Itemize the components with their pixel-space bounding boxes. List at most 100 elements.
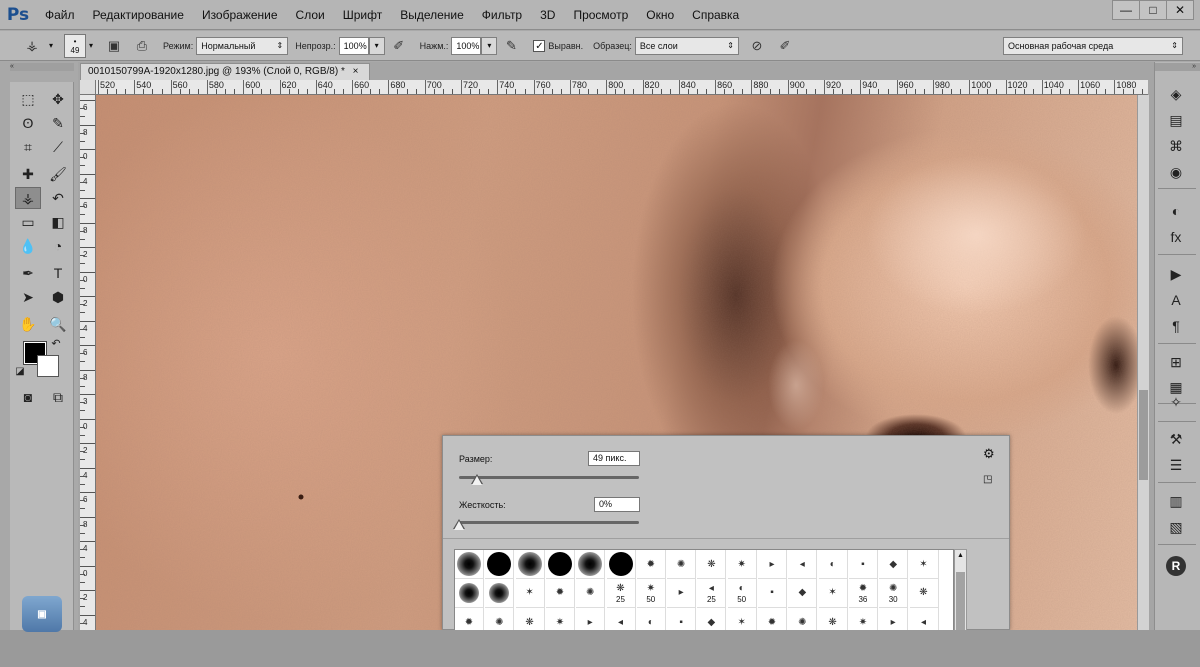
menu-item[interactable]: Файл: [36, 0, 84, 30]
menu-item[interactable]: Выделение: [391, 0, 473, 30]
eyedropper-tool-icon[interactable]: ⟋: [45, 136, 71, 158]
brush-preset-cell[interactable]: ◆: [879, 550, 909, 579]
path-select-tool-icon[interactable]: ➤: [15, 286, 41, 308]
hardness-input[interactable]: 0%: [594, 497, 640, 512]
tool-preset-dropdown-icon[interactable]: ▾: [46, 37, 56, 55]
menu-item[interactable]: Шрифт: [334, 0, 391, 30]
type-tool-icon[interactable]: T: [45, 262, 71, 284]
pen-tool-icon[interactable]: ✒: [15, 262, 41, 284]
marquee-tool-icon[interactable]: ⬚: [15, 88, 41, 110]
brush-tool-icon[interactable]: 🖌: [45, 163, 71, 185]
scrollbar-thumb[interactable]: [1139, 390, 1148, 480]
extension-panel-icon[interactable]: R: [1163, 555, 1189, 577]
brush-preset-cell[interactable]: ✷ 50: [636, 579, 666, 608]
brush-preset-cell[interactable]: [576, 550, 606, 579]
brush-preset-cell[interactable]: ✶: [909, 550, 939, 579]
workspace-select[interactable]: Основная рабочая среда ⇕: [1003, 36, 1183, 55]
close-tab-icon[interactable]: ×: [353, 66, 359, 77]
vertical-scrollbar[interactable]: [1137, 95, 1149, 630]
move-tool-icon[interactable]: ✥: [45, 88, 71, 110]
toolbar-collapse-icon[interactable]: «: [10, 63, 74, 71]
menu-item[interactable]: Окно: [637, 0, 683, 30]
size-slider-track[interactable]: [459, 476, 639, 479]
brush-dropdown-icon[interactable]: ▾: [86, 37, 96, 55]
scroll-up-icon[interactable]: ▲: [957, 552, 964, 559]
shape-tool-icon[interactable]: ⬢: [45, 286, 71, 308]
paragraph-panel-icon[interactable]: ¶: [1163, 315, 1189, 337]
brush-preset-cell[interactable]: ❋: [697, 550, 727, 579]
panel-expand-icon[interactable]: »: [1155, 63, 1200, 71]
brush-preset-cell[interactable]: ◂: [788, 550, 818, 579]
opacity-input[interactable]: 100%: [338, 36, 369, 55]
brush-preset-cell[interactable]: ✷: [546, 608, 575, 630]
brush-preset-cell[interactable]: ✺: [576, 579, 606, 608]
swap-colors-icon[interactable]: ↶: [49, 336, 63, 350]
brush-preset-cell[interactable]: [606, 550, 636, 579]
hand-tool-icon[interactable]: ✋: [15, 313, 41, 335]
color-panel-icon[interactable]: ◉: [1163, 161, 1189, 183]
brush-preset-cell[interactable]: [455, 550, 484, 579]
layers-panel-icon[interactable]: ◈: [1163, 83, 1189, 105]
opacity-dropdown-icon[interactable]: ▾: [368, 36, 385, 55]
brush-grid-scrollbar[interactable]: ▲: [954, 549, 967, 631]
brush-preset-cell[interactable]: ◐ 50: [727, 579, 757, 608]
hardness-slider-track[interactable]: [459, 521, 639, 524]
flow-input[interactable]: 100%: [451, 36, 482, 55]
menu-item[interactable]: Редактирование: [84, 0, 193, 30]
brush-preset-cell[interactable]: ▸: [576, 608, 606, 630]
brush-preset-cell[interactable]: ◐: [637, 608, 666, 630]
brush-preset-cell[interactable]: ◂ 25: [697, 579, 727, 608]
menu-item[interactable]: Слои: [287, 0, 334, 30]
history-panel-icon[interactable]: ▥: [1163, 490, 1189, 512]
brush-preset-cell[interactable]: [455, 579, 484, 608]
navigator-panel-icon[interactable]: ⊞: [1163, 351, 1189, 373]
ignore-adjustment-icon[interactable]: ⊘: [747, 36, 767, 56]
brush-preset-cell[interactable]: ❋: [819, 608, 848, 630]
brush-preset-cell[interactable]: ✷: [849, 608, 878, 630]
tool-presets-panel-icon[interactable]: ⚒: [1163, 428, 1189, 450]
document-tab[interactable]: 0010150799A-1920x1280.jpg @ 193% (Слой 0…: [80, 63, 370, 80]
brush-preset-cell[interactable]: ✶: [515, 579, 545, 608]
brush-panel-icon[interactable]: ▣: [104, 36, 124, 56]
pressure-opacity-icon[interactable]: ✐: [389, 36, 409, 56]
brush-preset-button[interactable]: • 49: [64, 33, 86, 58]
notes-panel-icon[interactable]: ▧: [1163, 516, 1189, 538]
brush-preset-cell[interactable]: [515, 550, 545, 579]
history-brush-tool-icon[interactable]: ↶: [45, 187, 71, 209]
brush-preset-cell[interactable]: ▪: [758, 579, 787, 608]
brush-preset-cell[interactable]: ▸: [879, 608, 909, 630]
brush-preset-cell[interactable]: ✺ 30: [879, 579, 909, 608]
menu-item[interactable]: Справка: [683, 0, 748, 30]
close-button[interactable]: ✕: [1166, 0, 1194, 20]
brush-preset-cell[interactable]: ✶: [818, 579, 848, 608]
properties-panel-icon[interactable]: ☰: [1163, 454, 1189, 476]
screen-mode-icon[interactable]: ⧉: [45, 386, 71, 408]
gradient-tool-icon[interactable]: ◧: [45, 211, 71, 233]
menu-item[interactable]: Изображение: [193, 0, 287, 30]
gear-icon[interactable]: ⚙: [983, 446, 995, 462]
menu-item[interactable]: Фильтр: [473, 0, 531, 30]
ruler-origin[interactable]: [80, 80, 96, 95]
brush-preset-cell[interactable]: ▪: [667, 608, 697, 630]
clone-stamp-icon[interactable]: ⚶: [22, 36, 42, 56]
brush-preset-cell[interactable]: ▪: [848, 550, 878, 579]
lasso-tool-icon[interactable]: ʘ: [15, 112, 41, 134]
brush-preset-cell[interactable]: ◂: [607, 608, 636, 630]
brush-preset-cell[interactable]: ✺: [485, 608, 515, 630]
minimize-button[interactable]: —: [1112, 0, 1140, 20]
paths-panel-icon[interactable]: ⌘: [1163, 135, 1189, 157]
actions-panel-icon[interactable]: ▶: [1163, 263, 1189, 285]
brush-preset-cell[interactable]: ▸: [758, 550, 787, 579]
aligned-checkbox[interactable]: ✓: [533, 39, 546, 52]
quick-mask-icon[interactable]: ◙: [15, 386, 41, 408]
channels-panel-icon[interactable]: ▤: [1163, 109, 1189, 131]
crop-tool-icon[interactable]: ⌗: [15, 136, 41, 158]
background-color-swatch[interactable]: [37, 355, 59, 377]
pressure-size-icon[interactable]: ✐: [775, 36, 795, 56]
airbrush-icon[interactable]: ✎: [501, 36, 521, 56]
brush-preset-cell[interactable]: ✹: [636, 550, 666, 579]
brush-preset-cell[interactable]: ◂: [910, 608, 939, 630]
brush-presets-panel-icon[interactable]: ✧: [1163, 391, 1189, 413]
scrollbar-thumb[interactable]: [956, 572, 965, 630]
brush-preset-cell[interactable]: ◐: [818, 550, 848, 579]
